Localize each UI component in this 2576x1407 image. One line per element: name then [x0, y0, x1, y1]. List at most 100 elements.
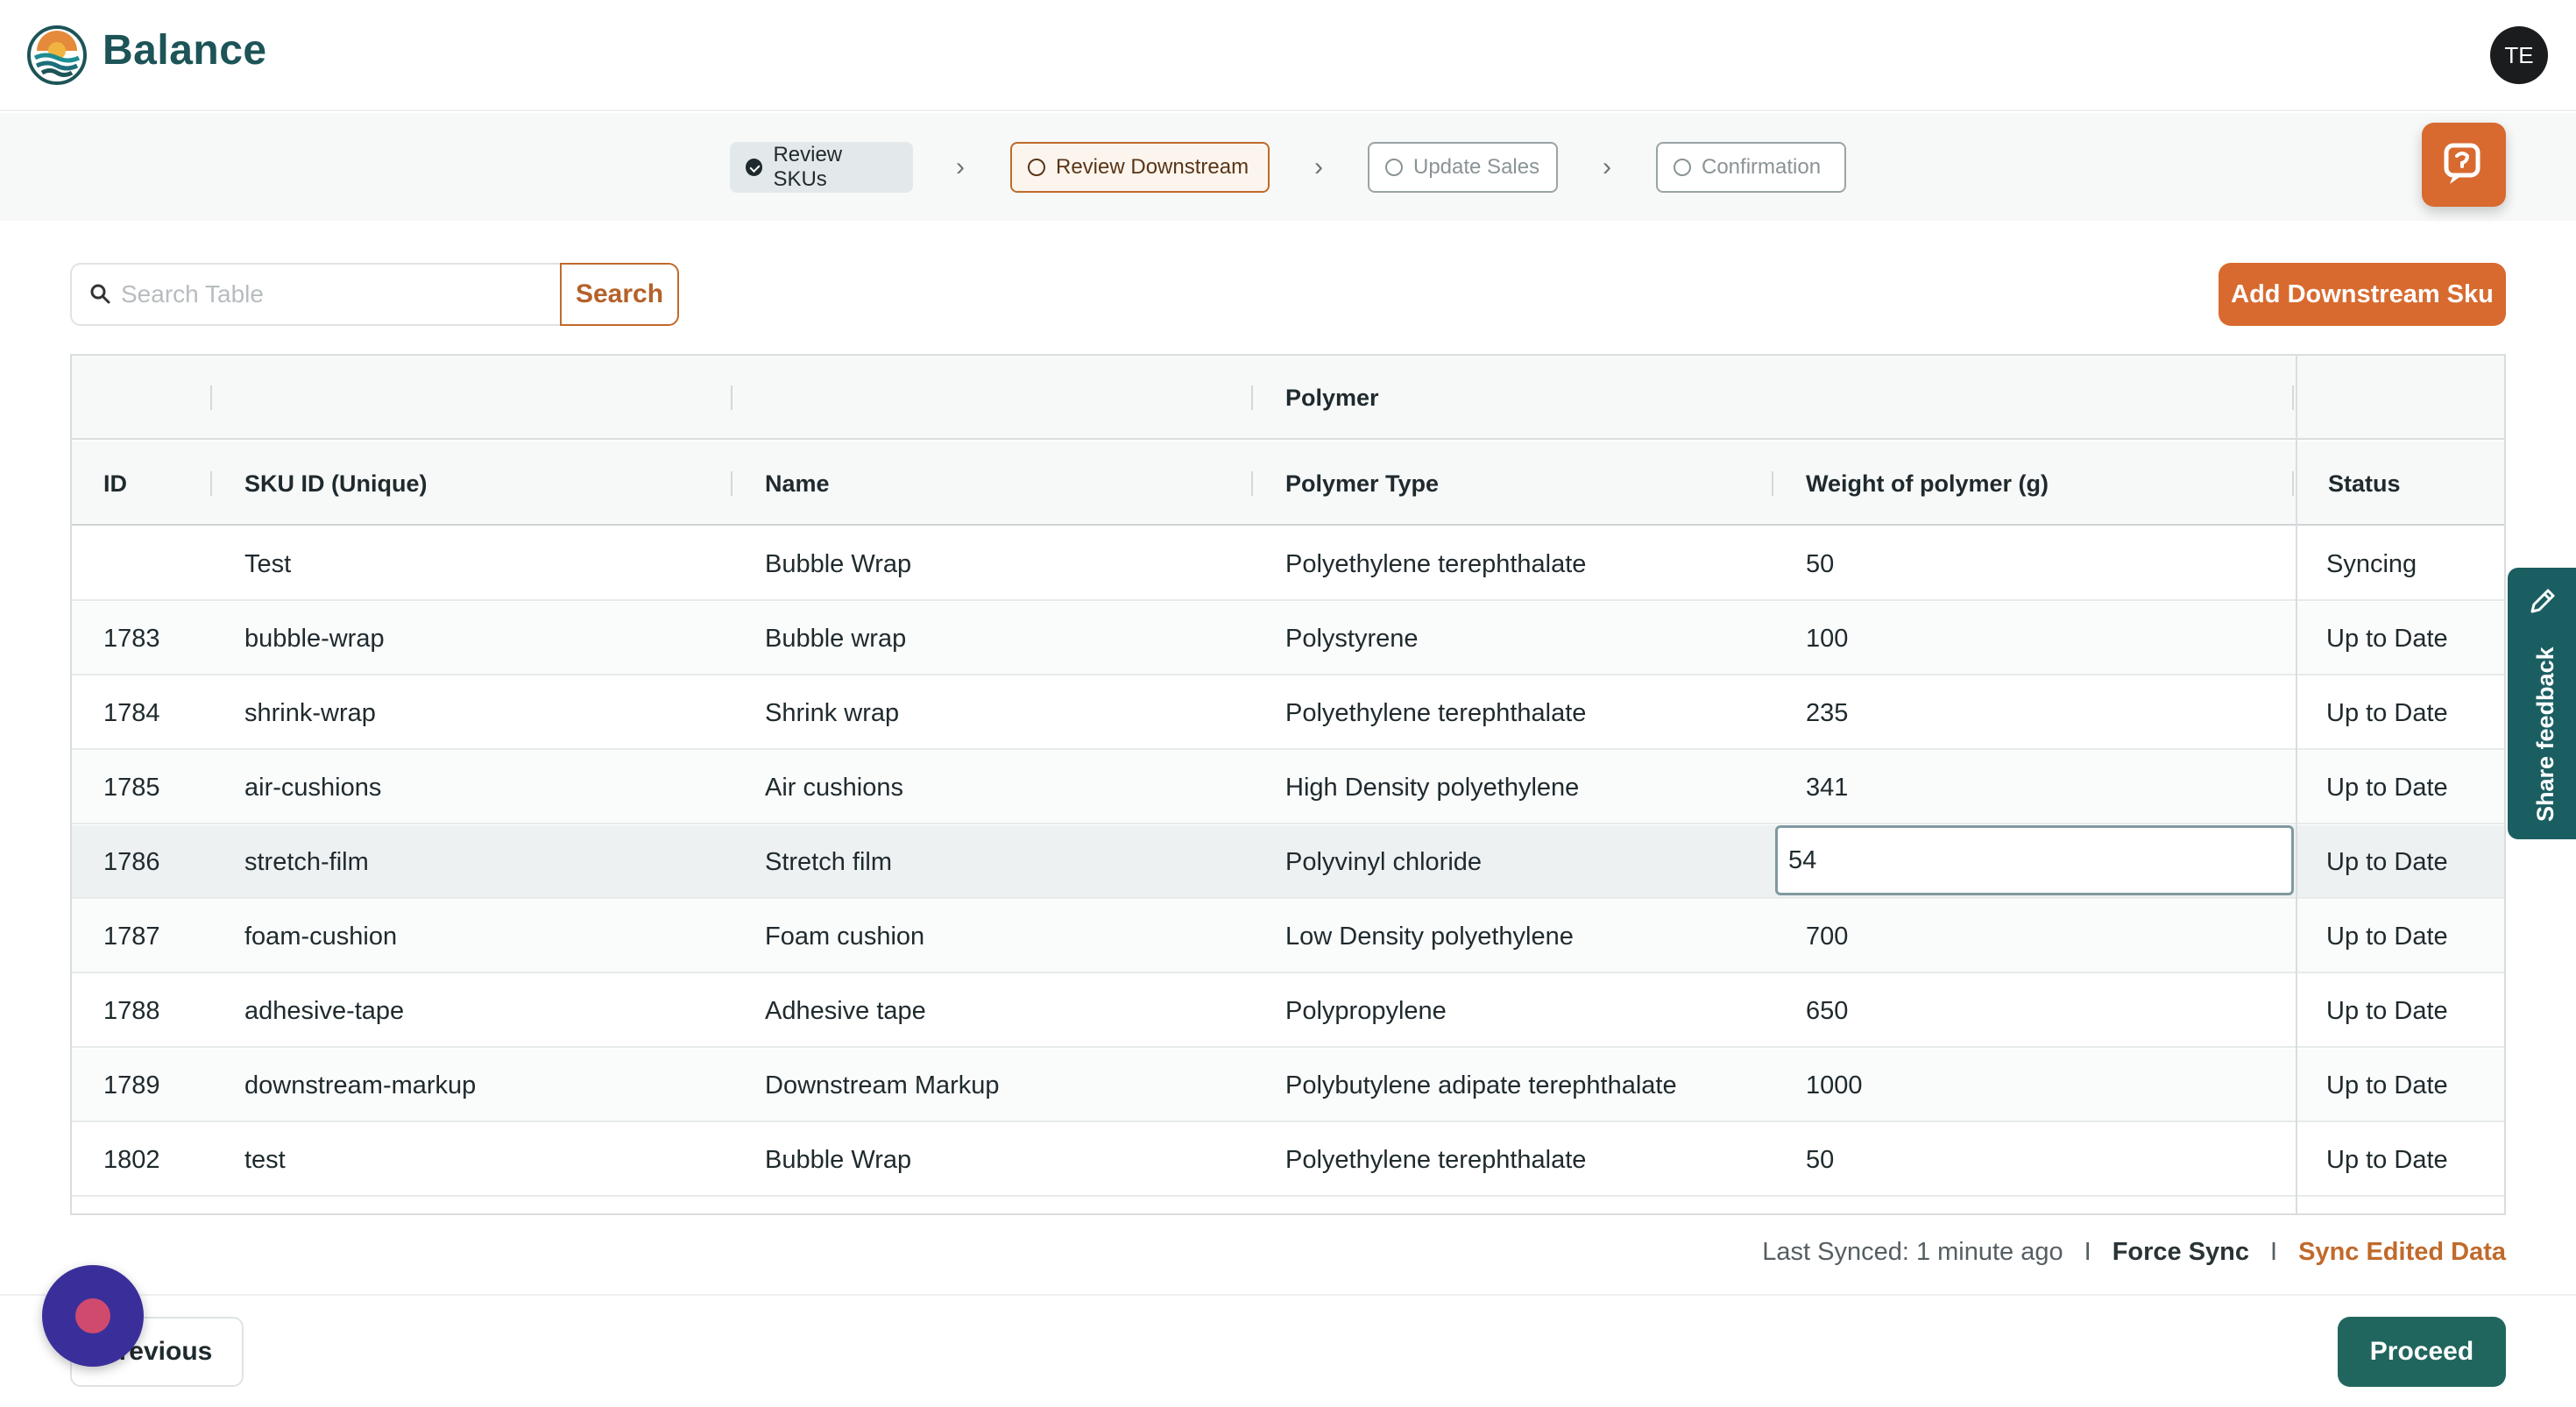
cell-sku-id[interactable]: stretch-film — [244, 825, 369, 899]
cell-status: Syncing — [2326, 549, 2417, 578]
cell-weight[interactable]: 650 — [1806, 974, 1848, 1048]
logo-icon — [27, 25, 87, 85]
force-sync-link[interactable]: Force Sync — [2112, 1238, 2249, 1267]
cell-name[interactable]: Shrink wrap — [765, 676, 899, 750]
step-review-downstream[interactable]: Review Downstream — [1010, 142, 1270, 193]
step-update-sales[interactable]: Update Sales — [1368, 142, 1558, 193]
weight-edit-input[interactable] — [1775, 825, 2294, 895]
cell-polymer-type[interactable]: High Density polyethylene — [1285, 751, 1579, 824]
cell-polymer-type[interactable]: Polyethylene terephthalate — [1285, 676, 1586, 750]
cell-weight[interactable]: 341 — [1806, 751, 1848, 824]
add-downstream-sku-button[interactable]: Add Downstream Sku — [2219, 263, 2506, 326]
cell-sku-id[interactable]: air-cushions — [244, 751, 381, 824]
column-resizer[interactable] — [731, 385, 732, 410]
cell-id[interactable]: 1785 — [103, 751, 160, 824]
sync-edited-data-link[interactable]: Sync Edited Data — [2298, 1238, 2506, 1267]
step-confirmation[interactable]: Confirmation — [1656, 142, 1846, 193]
cell-weight[interactable]: 700 — [1806, 900, 1848, 973]
cell-sku-id[interactable]: bubble-wrap — [244, 602, 385, 675]
cell-polymer-type[interactable]: Polypropylene — [1285, 974, 1447, 1048]
cell-id[interactable]: 1783 — [103, 602, 160, 675]
cell-polymer-type[interactable]: Polyethylene terephthalate — [1285, 1123, 1586, 1197]
share-feedback-tab[interactable]: Share feedback — [2508, 568, 2576, 839]
proceed-button[interactable]: Proceed — [2338, 1317, 2506, 1387]
cell-name[interactable]: Downstream Markup — [765, 1049, 1000, 1122]
table-row[interactable]: Test Bubble Wrap Polyethylene terephthal… — [72, 527, 2504, 601]
column-resizer[interactable] — [1772, 471, 1773, 496]
cell-name[interactable]: Bubble Wrap — [765, 1123, 911, 1197]
column-resizer[interactable] — [210, 471, 212, 496]
column-resizer[interactable] — [1251, 471, 1253, 496]
cell-sku-id[interactable]: Test — [244, 527, 291, 601]
cell-polymer-type[interactable]: Polybutylene adipate terephthalate — [1285, 1049, 1677, 1122]
table-row[interactable]: 1802 test Bubble Wrap Polyethylene terep… — [72, 1123, 2504, 1197]
cell-id[interactable]: 1784 — [103, 676, 160, 750]
cell-name[interactable]: Stretch film — [765, 825, 892, 899]
column-header-status[interactable]: Status — [2328, 442, 2401, 526]
stepper: Review SKUs › Review Downstream › Update… — [0, 113, 2576, 221]
circle-icon — [1674, 159, 1691, 176]
status-column-divider — [2296, 356, 2297, 1213]
cell-sku-id[interactable]: adhesive-tape — [244, 974, 404, 1048]
cell-sku-id[interactable]: shrink-wrap — [244, 676, 376, 750]
column-resizer[interactable] — [1251, 385, 1253, 410]
table-row-editing[interactable]: 1786 stretch-film Stretch film Polyvinyl… — [72, 825, 2504, 899]
cell-name[interactable]: Bubble wrap — [765, 602, 906, 675]
cell-id[interactable]: 1789 — [103, 1049, 160, 1122]
table-header-row: ID SKU ID (Unique) Name Polymer Type Wei… — [72, 442, 2504, 526]
search-input[interactable] — [121, 280, 541, 308]
table-row[interactable]: 1789 downstream-markup Downstream Markup… — [72, 1049, 2504, 1122]
cell-name[interactable]: Foam cushion — [765, 900, 924, 973]
column-header-id[interactable]: ID — [103, 442, 127, 526]
search-field — [70, 263, 561, 326]
search-button[interactable]: Search — [560, 263, 679, 326]
table-row[interactable]: 1785 air-cushions Air cushions High Dens… — [72, 751, 2504, 824]
cell-polymer-type[interactable]: Polyvinyl chloride — [1285, 825, 1482, 899]
last-synced-text: Last Synced: 1 minute ago — [1762, 1237, 2063, 1266]
share-feedback-label: Share feedback — [2532, 647, 2558, 822]
cell-status: Up to Date — [2326, 1071, 2448, 1099]
cell-sku-id[interactable]: downstream-markup — [244, 1049, 476, 1122]
avatar[interactable]: TE — [2490, 26, 2548, 84]
column-resizer[interactable] — [731, 471, 732, 496]
cell-status: Up to Date — [2326, 773, 2448, 802]
cell-weight[interactable]: 1000 — [1806, 1049, 1863, 1122]
column-resizer[interactable] — [210, 385, 212, 410]
cell-weight[interactable]: 235 — [1806, 676, 1848, 750]
cell-id[interactable]: 1786 — [103, 825, 160, 899]
cell-sku-id[interactable]: foam-cushion — [244, 900, 397, 973]
table-group-header: Polymer — [72, 356, 2504, 440]
cell-name[interactable]: Bubble Wrap — [765, 527, 911, 601]
cell-sku-id[interactable]: test — [244, 1123, 286, 1197]
table-row[interactable]: 1788 adhesive-tape Adhesive tape Polypro… — [72, 974, 2504, 1048]
cell-status: Up to Date — [2326, 698, 2448, 727]
column-header-weight[interactable]: Weight of polymer (g) — [1806, 442, 2049, 526]
circle-icon — [1028, 159, 1045, 176]
chat-bubble-button[interactable] — [42, 1265, 144, 1367]
downstream-sku-table: Polymer ID SKU ID (Unique) Name Polymer … — [70, 354, 2506, 1215]
cell-weight[interactable]: 50 — [1806, 527, 1834, 601]
cell-id[interactable]: 1787 — [103, 900, 160, 973]
cell-polymer-type[interactable]: Polyethylene terephthalate — [1285, 527, 1586, 601]
cell-id[interactable]: 1802 — [103, 1123, 160, 1197]
cell-weight[interactable]: 50 — [1806, 1123, 1834, 1197]
cell-name[interactable]: Adhesive tape — [765, 974, 926, 1048]
cell-polymer-type[interactable]: Polystyrene — [1285, 602, 1419, 675]
brand-name: Balance — [103, 27, 267, 74]
column-resizer[interactable] — [2292, 471, 2294, 496]
cell-weight[interactable]: 100 — [1806, 602, 1848, 675]
chevron-right-icon: › — [1603, 152, 1611, 181]
cell-polymer-type[interactable]: Low Density polyethylene — [1285, 900, 1574, 973]
step-review-skus[interactable]: Review SKUs — [730, 142, 913, 193]
table-row[interactable]: 1784 shrink-wrap Shrink wrap Polyethylen… — [72, 676, 2504, 750]
column-resizer[interactable] — [2292, 385, 2294, 410]
column-header-polymer-type[interactable]: Polymer Type — [1285, 442, 1439, 526]
cell-id[interactable]: 1788 — [103, 974, 160, 1048]
table-row[interactable]: 1787 foam-cushion Foam cushion Low Densi… — [72, 900, 2504, 973]
column-header-sku-id[interactable]: SKU ID (Unique) — [244, 442, 428, 526]
step-label: Review Downstream — [1056, 155, 1249, 179]
cell-name[interactable]: Air cushions — [765, 751, 903, 824]
help-chat-button[interactable] — [2422, 123, 2506, 207]
column-header-name[interactable]: Name — [765, 442, 830, 526]
table-row[interactable]: 1783 bubble-wrap Bubble wrap Polystyrene… — [72, 602, 2504, 675]
